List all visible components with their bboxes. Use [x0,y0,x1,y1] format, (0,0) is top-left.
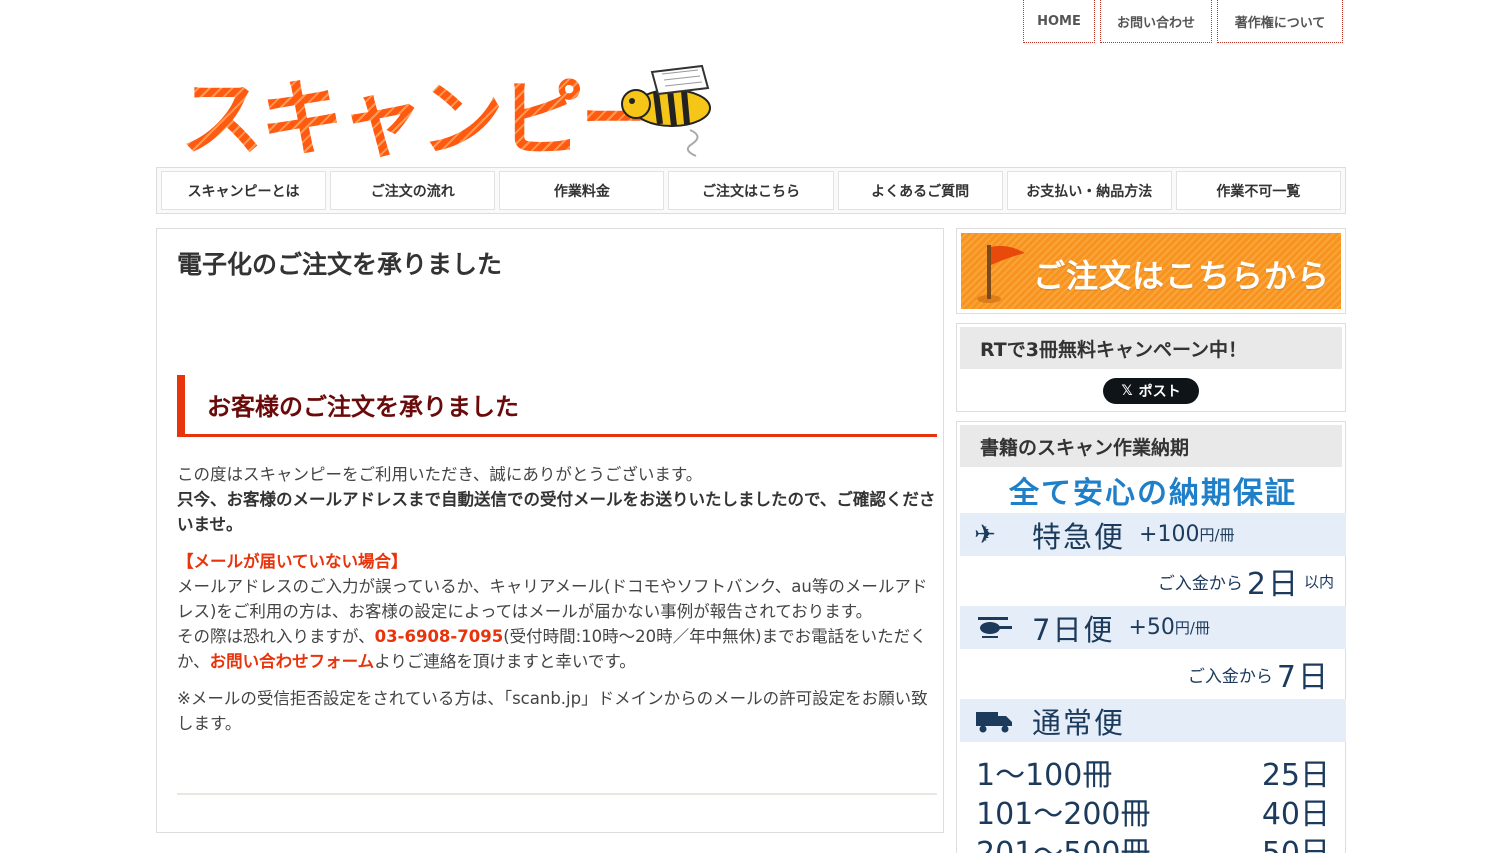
main-nav-payment[interactable]: お支払い・納品方法 [1006,171,1172,210]
delivery-schedule: 全て安心の納期保証 ✈ 特急便 +100円/冊 ご入金から 2日 以内 7日便 [960,467,1346,853]
campaign-widget: RTで3冊無料キャンペーン中！ 𝕏 ポスト [956,323,1346,412]
main-nav: スキャンピーとは ご注文の流れ 作業料金 ご注文はこちら よくあるご質問 お支払… [156,167,1346,214]
main-nav-faq[interactable]: よくあるご質問 [837,171,1003,210]
delivery-title: 書籍のスキャン作業納期 [960,425,1342,467]
seven-day-name: 7日便 [1032,612,1115,647]
order-banner-label: ご注文はこちらから [1033,257,1331,295]
main-nav-order[interactable]: ご注文はこちら [668,171,834,210]
express-price: +100 [1139,522,1200,547]
main-nav-order-flow[interactable]: ご注文の流れ [330,171,496,210]
tier-row: 201〜500冊 50日 [960,830,1346,853]
no-mail-text: メールアドレスのご入力が誤っているか、キャリアメール(ドコモやソフトバンク、au… [177,577,928,621]
logo-text: スキャンピー [180,70,664,168]
x-logo-icon: 𝕏 [1121,383,1133,399]
seven-day-pre: ご入金から [1187,666,1273,687]
tier-days: 40日 [1261,796,1330,832]
tier-row: 101〜200冊 40日 [960,791,1346,832]
contact-form-link[interactable]: お問い合わせフォーム [210,652,375,671]
thanks-line: この度はスキャンピーをご利用いただき、誠にありがとうございます。 [177,465,703,484]
no-mail-heading: 【メールが届いていない場合】 [177,552,408,571]
delivery-headline: 全て安心の納期保証 [1009,476,1297,511]
seven-day-row: 7日便 +50 円/冊 [960,606,1346,649]
helicopter-icon [978,616,1012,638]
thanks-paragraph: この度はスキャンピーをご利用いただき、誠にありがとうございます。 只今、お客様の… [177,462,939,537]
main-content: 電子化のご注文を承りました お客様のご注文を承りました この度はスキャンピーをご… [156,228,944,833]
tier-row: 1〜100冊 25日 [960,752,1346,793]
x-post-button[interactable]: 𝕏 ポスト [1103,378,1199,404]
flag-icon [977,245,1025,303]
top-nav: HOME お問い合わせ 著作権について [1023,0,1343,43]
normal-row: 通常便 [960,699,1346,742]
express-row: ✈ 特急便 +100 円/冊 [960,513,1346,556]
express-post: 以内 [1303,572,1334,591]
delivery-widget: 書籍のスキャン作業納期 全て安心の納期保証 ✈ 特急便 +100 円/冊 ご入金か… [956,421,1346,853]
tier-range: 201〜500冊 [976,835,1151,853]
main-nav-about[interactable]: スキャンピーとは [161,171,327,210]
order-banner-image: ご注文はこちらから [961,233,1341,309]
top-nav-contact-link[interactable]: お問い合わせ [1100,0,1212,43]
top-nav-copyright-link[interactable]: 著作権について [1217,0,1343,43]
main-nav-pricing[interactable]: 作業料金 [499,171,665,210]
sidebar: ご注文はこちらから RTで3冊無料キャンペーン中！ 𝕏 ポスト 書籍のスキャン作… [956,228,1346,853]
page-title: 電子化のご注文を承りました [177,250,503,279]
order-received-heading: お客様のご注文を承りました [177,375,937,437]
domain-note: ※メールの受信拒否設定をされている方は、「scanb.jp」ドメインからのメール… [177,689,928,733]
normal-name: 通常便 [1032,705,1126,740]
seven-day-price: +50 [1128,615,1175,640]
content-divider [177,793,937,795]
seven-day-term: ご入金から 7日 [960,649,1346,699]
airplane-icon: ✈ [974,519,996,550]
phone-link[interactable]: 03-6908-7095 [375,627,504,646]
no-mail-paragraph: 【メールが届いていない場合】 メールアドレスのご入力が誤っているか、キャリアメー… [177,549,939,674]
contact-end-text: よりご連絡を頂けますと幸いです。 [374,652,636,671]
order-message: この度はスキャンピーをご利用いただき、誠にありがとうございます。 只今、お客様の… [177,462,939,748]
tier-range: 1〜100冊 [976,757,1113,793]
bee-mascot-icon [621,64,711,157]
x-post-label: ポスト [1138,384,1181,400]
order-banner[interactable]: ご注文はこちらから [956,228,1346,314]
top-nav-home-link[interactable]: HOME [1023,0,1095,43]
tier-days: 25日 [1261,757,1330,793]
seven-day-unit: 円/冊 [1174,619,1210,637]
express-term: ご入金から 2日 以内 [960,556,1346,606]
tier-range: 101〜200冊 [976,796,1151,832]
main-nav-unavailable[interactable]: 作業不可一覧 [1175,171,1341,210]
express-name: 特急便 [1032,519,1126,554]
site-logo[interactable]: スキャンピー [180,60,725,164]
express-pre: ご入金から [1157,573,1243,594]
truck-icon [976,711,1012,732]
phone-pre-text: その際は恐れ入りますが、 [177,627,375,646]
express-days: 2日 [1246,567,1300,602]
mail-sent-line: 只今、お客様のメールアドレスまで自動送信での受付メールをお送りいたしましたので、… [177,490,936,534]
seven-day-days: 7日 [1276,660,1330,695]
campaign-title: RTで3冊無料キャンペーン中！ [960,327,1342,369]
express-unit: 円/冊 [1199,526,1235,544]
tier-days: 50日 [1261,835,1330,853]
